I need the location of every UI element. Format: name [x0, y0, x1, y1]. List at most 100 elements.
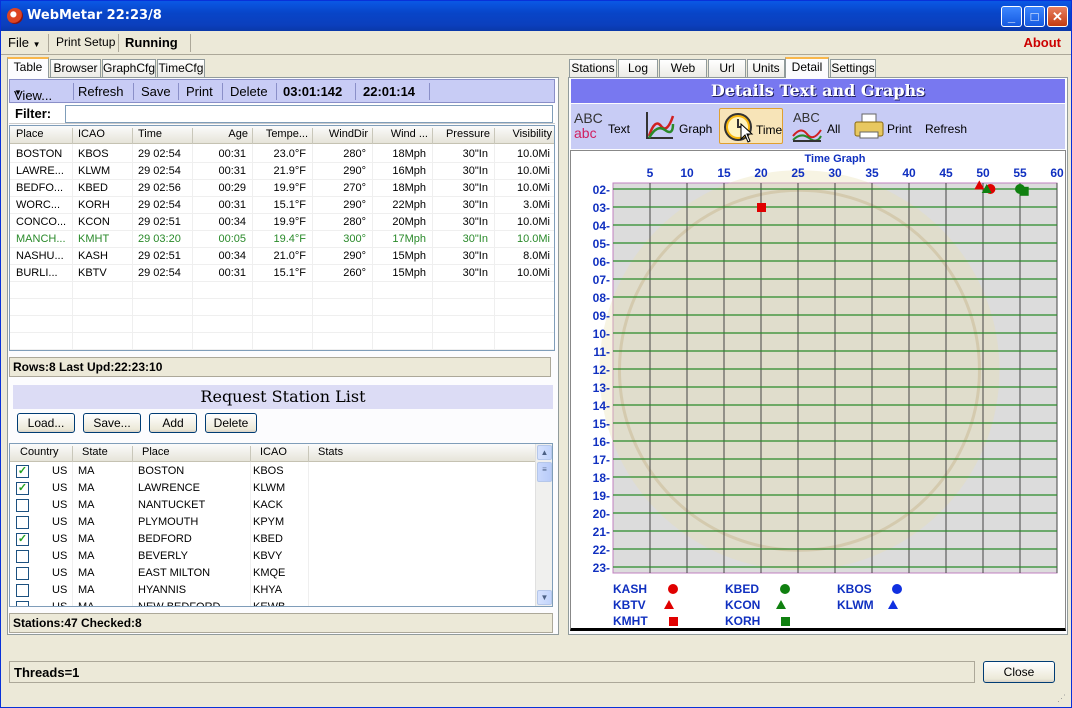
x-tick-label: 45	[939, 166, 953, 180]
all-tool-button[interactable]: ABC All	[791, 108, 851, 144]
print-tool-button[interactable]: Print	[853, 108, 915, 144]
list-item[interactable]: US MA NANTUCKET KACK	[10, 497, 535, 514]
text-tool-button[interactable]: ABC abc Text	[574, 108, 634, 144]
column-header[interactable]: Place	[142, 446, 170, 458]
tab-units[interactable]: Units	[747, 59, 785, 77]
column-header[interactable]: ICAO	[260, 446, 287, 458]
station-checkbox[interactable]	[16, 567, 29, 580]
time-graph[interactable]: Time Graph 5 10 15 20 25 30 35 40 45 50 55 60 02- 03- 0…	[570, 150, 1066, 631]
table-cell: KORH	[78, 199, 110, 211]
resize-grip-icon[interactable]: ⋰	[1057, 693, 1066, 704]
table-cell: 15.1°F	[273, 267, 306, 279]
time-tool-button[interactable]: Time	[719, 108, 783, 144]
print-button[interactable]: Print	[186, 84, 213, 99]
column-header[interactable]: Country	[20, 446, 59, 458]
column-header[interactable]: Pressure	[438, 128, 490, 140]
table-row[interactable]: BURLI... KBTV 29 02:54 00:31 15.1°F 260° 15Mph…	[10, 265, 554, 282]
print-setup-menu[interactable]: Print Setup	[56, 35, 115, 49]
table-row[interactable]: LAWRE... KLWM 29 02:54 00:31 21.9°F 290° 16Mph…	[10, 163, 554, 180]
refresh-button[interactable]: Refresh	[78, 84, 124, 99]
tab-log[interactable]: Log	[618, 59, 658, 77]
table-cell: 22Mph	[392, 199, 426, 211]
detail-toolbar: ABC abc Text Graph Time ABC All Print Re…	[571, 104, 1065, 149]
station-list[interactable]: Country State Place ICAO Stats ▲ ≡ ▼ ✓ US MA BO…	[9, 443, 553, 607]
table-row[interactable]: BEDFO... KBED 29 02:56 00:29 19.9°F 270° 18Mph…	[10, 180, 554, 197]
table-cell: 00:34	[218, 250, 246, 262]
delete-list-button[interactable]: Delete	[205, 413, 257, 433]
save-button[interactable]: Save	[141, 84, 171, 99]
list-item[interactable]: ✓ US MA BEDFORD KBED	[10, 531, 535, 548]
add-button[interactable]: Add	[149, 413, 197, 433]
load-button[interactable]: Load...	[17, 413, 75, 433]
tab-stations[interactable]: Stations	[569, 59, 617, 77]
column-header[interactable]: State	[82, 446, 108, 458]
delete-button[interactable]: Delete	[230, 84, 268, 99]
column-header[interactable]: Tempe...	[258, 128, 308, 140]
station-checkbox[interactable]	[16, 499, 29, 512]
tab-web[interactable]: Web	[659, 59, 707, 77]
table-cell: 300°	[343, 233, 366, 245]
maximize-button[interactable]: □	[1024, 6, 1045, 27]
file-menu[interactable]: File ▼	[8, 35, 41, 50]
station-checkbox[interactable]	[16, 601, 29, 606]
column-header[interactable]: Visibility	[500, 128, 552, 140]
tab-detail[interactable]: Detail	[785, 57, 829, 78]
column-header[interactable]: ICAO	[78, 128, 128, 140]
column-header[interactable]: Time	[138, 128, 188, 140]
menu-bar: File ▼ Print Setup Running About	[1, 31, 1071, 55]
table-cell: 30"In	[462, 148, 488, 160]
graph-tool-button[interactable]: Graph	[641, 108, 712, 144]
close-window-button[interactable]: ✕	[1047, 6, 1068, 27]
station-list-scrollbar[interactable]: ▲ ≡ ▼	[535, 444, 552, 606]
list-item[interactable]: ✓ US MA LAWRENCE KLWM	[10, 480, 535, 497]
icao-cell: KBOS	[253, 465, 284, 477]
list-item[interactable]: US MA HYANNIS KHYA	[10, 582, 535, 599]
column-separator	[132, 128, 133, 145]
station-checkbox[interactable]: ✓	[16, 465, 29, 478]
station-checkbox[interactable]: ✓	[16, 482, 29, 495]
table-row[interactable]: CONCO... KCON 29 02:51 00:34 19.9°F 280° 20Mph…	[10, 214, 554, 231]
table-row[interactable]: MANCH... KMHT 29 03:20 00:05 19.4°F 300° 17Mph…	[10, 231, 554, 248]
x-tick-label: 30	[828, 166, 842, 180]
list-item[interactable]: US MA EAST MILTON KMQE	[10, 565, 535, 582]
tab-url[interactable]: Url	[708, 59, 746, 77]
table-row[interactable]: WORC... KORH 29 02:54 00:31 15.1°F 290° 22Mph 3…	[10, 197, 554, 214]
tab-settings[interactable]: Settings	[830, 59, 876, 77]
column-separator	[494, 128, 495, 145]
close-button[interactable]: Close	[983, 661, 1055, 683]
printer-icon	[854, 113, 884, 139]
save-list-button[interactable]: Save...	[83, 413, 141, 433]
station-checkbox[interactable]: ✓	[16, 533, 29, 546]
running-status[interactable]: Running	[125, 35, 178, 50]
column-header[interactable]: Place	[16, 128, 68, 140]
list-item[interactable]: US MA NEW BEDFORD KEWB	[10, 599, 535, 606]
station-checkbox[interactable]	[16, 516, 29, 529]
table-row[interactable]: BOSTON KBOS 29 02:54 00:31 23.0°F 280° 18Mph 30…	[10, 146, 554, 163]
table-cell: 15Mph	[392, 250, 426, 262]
tab-table[interactable]: Table	[7, 57, 49, 78]
column-header[interactable]: Stats	[318, 446, 343, 458]
list-item[interactable]: ✓ US MA BOSTON KBOS	[10, 463, 535, 480]
list-item[interactable]: US MA BEVERLY KBVY	[10, 548, 535, 565]
tab-timecfg[interactable]: TimeCfg	[157, 59, 205, 77]
minimize-button[interactable]: _	[1001, 6, 1022, 27]
title-bar[interactable]: WebMetar 22:23/8 _ □ ✕	[1, 1, 1071, 31]
scroll-down-icon[interactable]: ▼	[537, 590, 552, 605]
scroll-up-icon[interactable]: ▲	[537, 445, 552, 460]
tab-graphcfg[interactable]: GraphCfg	[102, 59, 156, 77]
table-cell: 29 03:20	[138, 233, 181, 245]
metar-table[interactable]: Place ICAO Time Age Tempe... WindDir Wind ... P…	[9, 125, 555, 351]
station-checkbox[interactable]	[16, 584, 29, 597]
column-header[interactable]: WindDir	[318, 128, 368, 140]
table-row[interactable]: NASHU... KASH 29 02:51 00:34 21.0°F 290° 15Mph…	[10, 248, 554, 265]
tab-browser[interactable]: Browser	[50, 59, 101, 77]
scroll-thumb[interactable]: ≡	[537, 462, 552, 482]
station-checkbox[interactable]	[16, 550, 29, 563]
refresh-tool-button[interactable]: Refresh	[921, 108, 977, 144]
filter-input[interactable]	[65, 105, 553, 123]
list-item[interactable]: US MA PLYMOUTH KPYM	[10, 514, 535, 531]
about-menu[interactable]: About	[1023, 35, 1061, 50]
y-tick-label: 23-	[593, 561, 610, 575]
column-header[interactable]: Age	[198, 128, 248, 140]
column-header[interactable]: Wind ...	[378, 128, 428, 140]
